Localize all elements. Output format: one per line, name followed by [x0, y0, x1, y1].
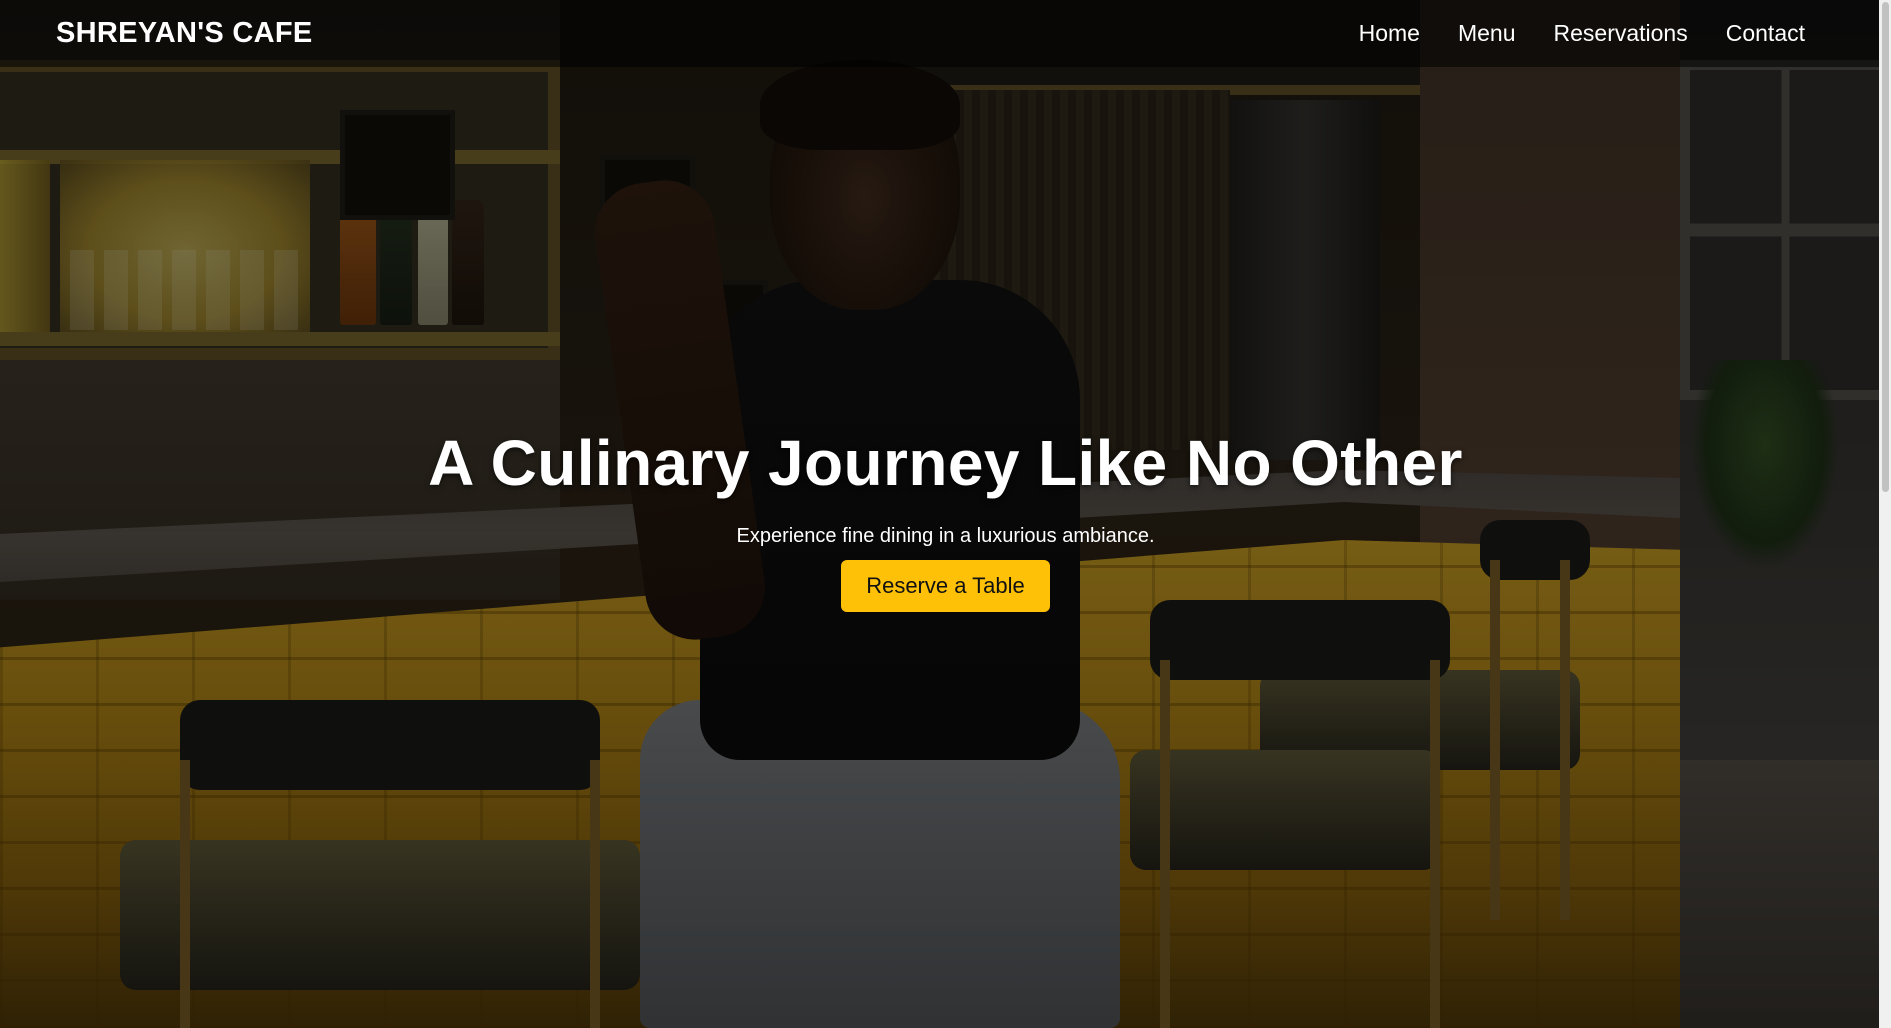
nav-link-menu[interactable]: Menu	[1458, 20, 1516, 47]
nav-link-reservations[interactable]: Reservations	[1554, 20, 1688, 47]
scrollbar-thumb[interactable]	[1882, 2, 1889, 492]
nav-link-contact[interactable]: Contact	[1726, 20, 1805, 47]
brand-logo-text[interactable]: SHREYAN'S CAFE	[56, 17, 313, 50]
navbar: SHREYAN'S CAFE Home Menu Reservations Co…	[0, 0, 1891, 67]
page-scrollbar[interactable]	[1879, 0, 1891, 1028]
reserve-table-button[interactable]: Reserve a Table	[841, 560, 1050, 613]
main-nav: Home Menu Reservations Contact	[1359, 20, 1805, 47]
hero-title: A Culinary Journey Like No Other	[428, 427, 1463, 499]
hero-subtitle: Experience fine dining in a luxurious am…	[736, 525, 1155, 548]
hero-section: A Culinary Journey Like No Other Experie…	[0, 427, 1891, 613]
nav-link-home[interactable]: Home	[1359, 20, 1420, 47]
page: SHREYAN'S CAFE Home Menu Reservations Co…	[0, 0, 1891, 1028]
